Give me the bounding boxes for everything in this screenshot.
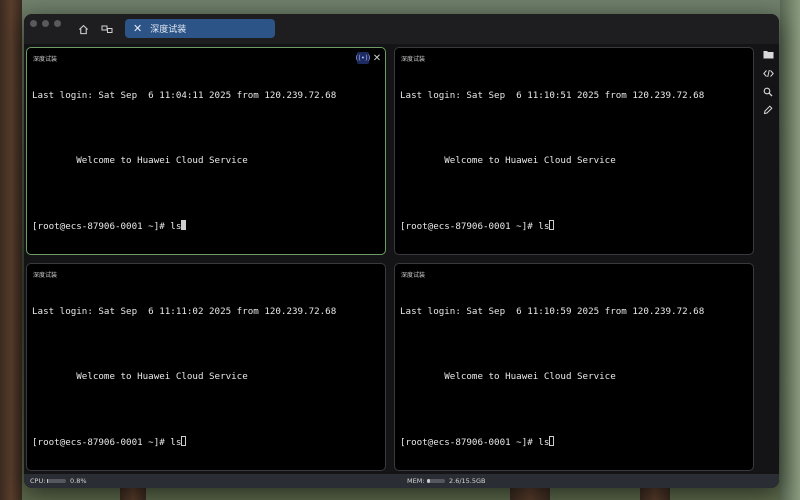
background-tree xyxy=(780,0,800,500)
welcome-line: Welcome to Huawei Cloud Service xyxy=(400,371,616,382)
tab-session[interactable]: ✕ 深度试装 xyxy=(125,19,275,38)
last-login-line: Last login: Sat Sep 6 11:10:59 2025 from… xyxy=(400,306,705,317)
mem-meter-fill xyxy=(427,479,431,483)
pane-title: 深度试装 xyxy=(401,56,426,63)
search-icon[interactable] xyxy=(760,85,776,99)
mem-meter xyxy=(427,479,445,483)
welcome-line: Welcome to Huawei Cloud Service xyxy=(32,371,248,382)
terminal-pane-4[interactable]: 深度试装 Last login: Sat Sep 6 11:10:59 2025… xyxy=(394,263,754,471)
title-bar: ✕ 深度试装 xyxy=(24,14,779,44)
last-login-line: Last login: Sat Sep 6 11:04:11 2025 from… xyxy=(32,90,337,101)
terminal-pane-1[interactable]: 深度试装 ((•)) ✕ Last login: Sat Sep 6 11:04… xyxy=(26,47,386,255)
pane-title: 深度试装 xyxy=(401,272,426,279)
cursor xyxy=(549,220,555,230)
cpu-label: CPU: xyxy=(30,477,46,485)
home-icon[interactable] xyxy=(75,21,91,37)
prompt-line: [root@ecs-87906-0001 ~]# ls xyxy=(400,221,550,232)
welcome-line: Welcome to Huawei Cloud Service xyxy=(400,155,616,166)
mem-value: 2.6/15.5GB xyxy=(449,477,486,485)
pane-title: 深度试装 xyxy=(33,56,58,63)
prompt-line: [root@ecs-87906-0001 ~]# ls xyxy=(400,437,550,448)
terminal-pane-2[interactable]: 深度试装 Last login: Sat Sep 6 11:10:51 2025… xyxy=(394,47,754,255)
pane-close-icon[interactable]: ✕ xyxy=(372,52,382,64)
terminal-window: ✕ 深度试装 深度试装 ((•)) ✕ Last login: Sat Sep … xyxy=(24,14,779,488)
servers-icon[interactable] xyxy=(99,21,115,37)
terminal-pane-3[interactable]: 深度试装 Last login: Sat Sep 6 11:11:02 2025… xyxy=(26,263,386,471)
terminal-output[interactable]: Last login: Sat Sep 6 11:10:51 2025 from… xyxy=(400,68,748,253)
tab-close-icon[interactable]: ✕ xyxy=(133,22,142,35)
code-icon[interactable] xyxy=(760,66,776,80)
welcome-line: Welcome to Huawei Cloud Service xyxy=(32,155,248,166)
minimize-window-button[interactable] xyxy=(42,20,49,27)
cpu-meter xyxy=(47,479,66,483)
close-window-button[interactable] xyxy=(30,20,37,27)
broadcast-icon[interactable]: ((•)) xyxy=(355,52,371,64)
prompt-line: [root@ecs-87906-0001 ~]# ls xyxy=(32,221,182,232)
terminal-output[interactable]: Last login: Sat Sep 6 11:04:11 2025 from… xyxy=(32,68,380,253)
pane-title: 深度试装 xyxy=(33,272,58,279)
status-bar: CPU: 0.8% MEM: 2.6/15.5GB xyxy=(24,474,779,488)
terminal-output[interactable]: Last login: Sat Sep 6 11:11:02 2025 from… xyxy=(32,284,380,469)
folder-icon[interactable] xyxy=(760,47,776,61)
background-tree xyxy=(0,0,22,500)
prompt-line: [root@ecs-87906-0001 ~]# ls xyxy=(32,437,182,448)
cursor xyxy=(181,220,187,230)
terminal-output[interactable]: Last login: Sat Sep 6 11:10:59 2025 from… xyxy=(400,284,748,469)
cursor xyxy=(549,436,555,446)
cpu-value: 0.8% xyxy=(70,477,87,485)
tab-label: 深度试装 xyxy=(150,25,187,35)
last-login-line: Last login: Sat Sep 6 11:11:02 2025 from… xyxy=(32,306,337,317)
last-login-line: Last login: Sat Sep 6 11:10:51 2025 from… xyxy=(400,90,705,101)
pen-icon[interactable] xyxy=(760,103,776,117)
maximize-window-button[interactable] xyxy=(54,20,61,27)
cursor xyxy=(181,436,187,446)
mem-label: MEM: xyxy=(407,477,425,485)
